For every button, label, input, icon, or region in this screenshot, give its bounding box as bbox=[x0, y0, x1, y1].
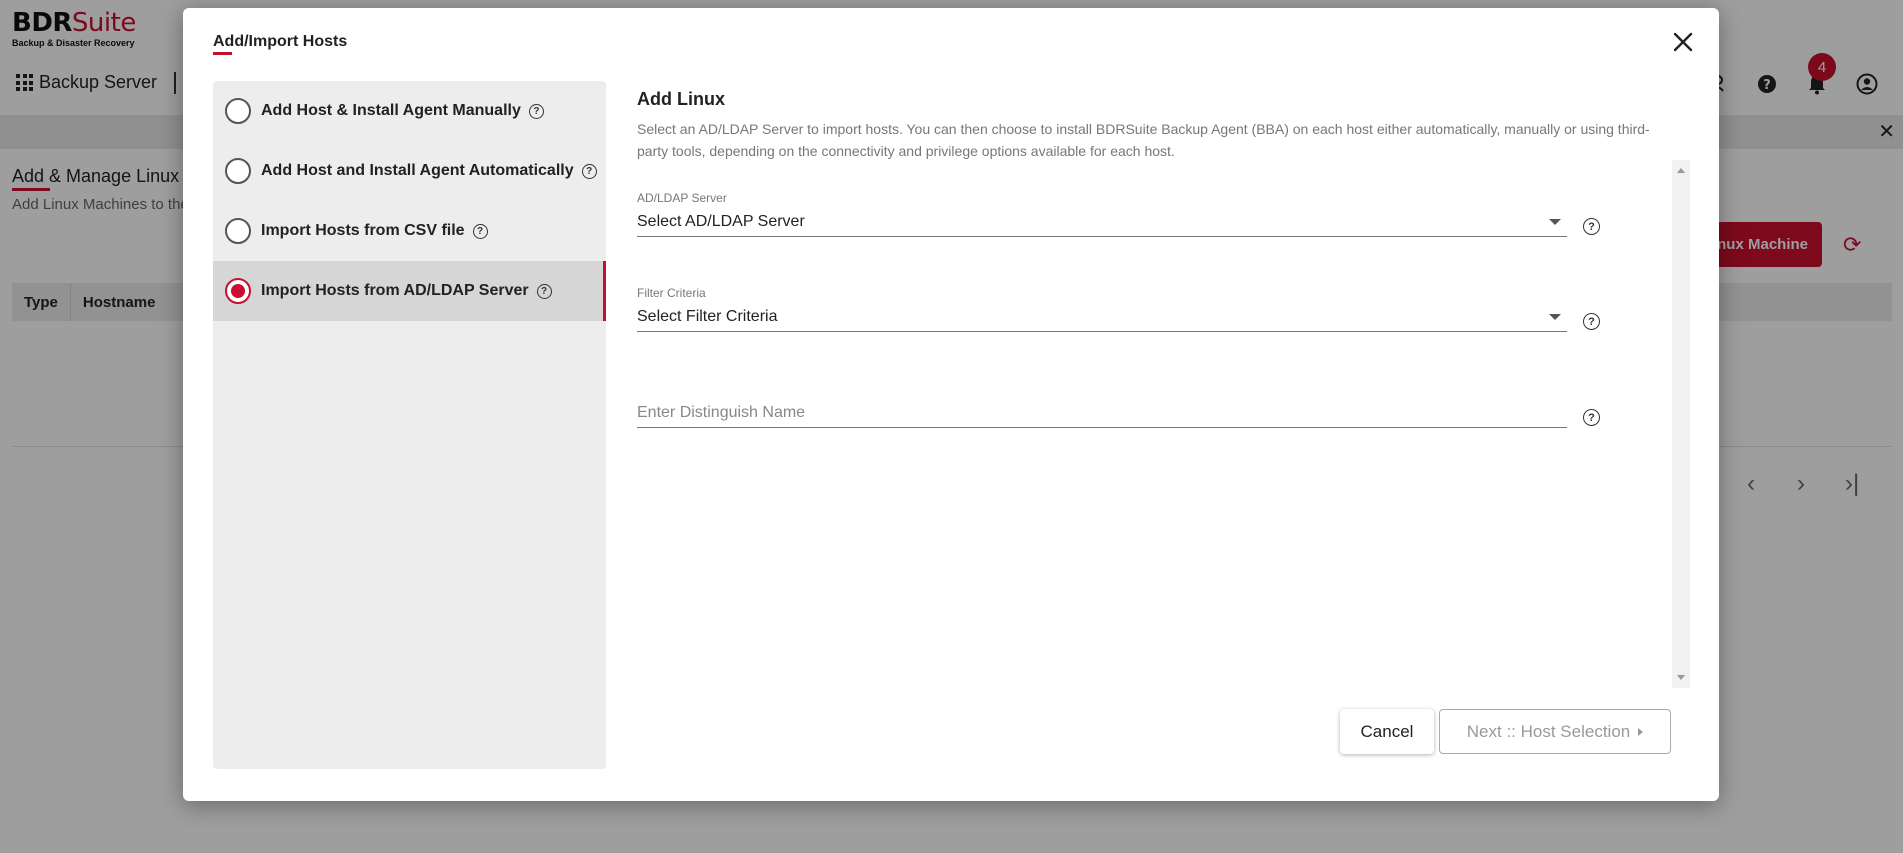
modal-title: Add/Import Hosts bbox=[213, 33, 348, 50]
next-host-selection-button[interactable]: Next :: Host Selection bbox=[1439, 709, 1671, 754]
option-import-csv[interactable]: Import Hosts from CSV file ? bbox=[213, 201, 606, 261]
add-import-hosts-dialog: Add/Import Hosts Add Host & Install Agen… bbox=[183, 8, 1719, 801]
distinguish-name-control[interactable] bbox=[637, 398, 1567, 428]
option-label: Add Host and Install Agent Automatically bbox=[261, 162, 574, 179]
help-circle-icon[interactable]: ? bbox=[528, 103, 544, 119]
help-circle-icon[interactable]: ? bbox=[1583, 409, 1600, 426]
section-description: Select an AD/LDAP Server to import hosts… bbox=[637, 121, 1650, 159]
section-title: Add Linux bbox=[637, 89, 725, 109]
dropdown-caret-icon bbox=[1549, 219, 1561, 225]
help-circle-icon[interactable]: ? bbox=[1583, 313, 1600, 330]
close-button[interactable] bbox=[1667, 26, 1699, 58]
option-label: Add Host & Install Agent Manually bbox=[261, 102, 521, 119]
radio-button[interactable] bbox=[225, 158, 251, 184]
help-circle-icon[interactable]: ? bbox=[536, 283, 552, 299]
radio-button[interactable] bbox=[225, 218, 251, 244]
import-method-list: Add Host & Install Agent Manually ? Add … bbox=[213, 81, 606, 769]
filter-criteria-field: Filter Criteria Select Filter Criteria bbox=[637, 286, 1567, 332]
help-circle-icon[interactable]: ? bbox=[1583, 218, 1600, 235]
option-add-host-automatically[interactable]: Add Host and Install Agent Automatically… bbox=[213, 141, 606, 201]
cancel-button[interactable]: Cancel bbox=[1340, 709, 1434, 754]
field-label-spacer bbox=[637, 382, 1567, 398]
select-value: Select AD/LDAP Server bbox=[637, 212, 805, 230]
radio-button[interactable] bbox=[225, 98, 251, 124]
scroll-down-icon[interactable] bbox=[1677, 675, 1685, 680]
modal-title-underline bbox=[213, 52, 232, 55]
option-import-ad-ldap[interactable]: Import Hosts from AD/LDAP Server ? bbox=[213, 261, 606, 321]
vertical-scrollbar[interactable] bbox=[1672, 160, 1690, 688]
option-label: Import Hosts from CSV file bbox=[261, 222, 465, 239]
option-add-host-manually[interactable]: Add Host & Install Agent Manually ? bbox=[213, 81, 606, 141]
option-label: Import Hosts from AD/LDAP Server bbox=[261, 282, 529, 299]
caret-right-icon bbox=[1638, 727, 1644, 736]
help-circle-icon[interactable]: ? bbox=[472, 223, 488, 239]
radio-button-selected[interactable] bbox=[225, 278, 251, 304]
distinguish-name-field bbox=[637, 382, 1567, 428]
close-icon bbox=[1673, 32, 1693, 52]
field-label: Filter Criteria bbox=[637, 286, 706, 300]
distinguish-name-input[interactable] bbox=[637, 403, 1567, 422]
scroll-up-icon[interactable] bbox=[1677, 168, 1685, 173]
select-value: Select Filter Criteria bbox=[637, 307, 778, 325]
ldap-server-select[interactable]: Select AD/LDAP Server bbox=[637, 207, 1567, 237]
field-label: AD/LDAP Server bbox=[637, 191, 727, 205]
ldap-server-field: AD/LDAP Server Select AD/LDAP Server bbox=[637, 191, 1567, 237]
help-circle-icon[interactable]: ? bbox=[581, 163, 597, 179]
filter-criteria-select[interactable]: Select Filter Criteria bbox=[637, 302, 1567, 332]
next-button-label: Next :: Host Selection bbox=[1466, 721, 1631, 741]
form-scroll-area: AD/LDAP Server Select AD/LDAP Server ? F… bbox=[637, 160, 1672, 688]
dropdown-caret-icon bbox=[1549, 314, 1561, 320]
